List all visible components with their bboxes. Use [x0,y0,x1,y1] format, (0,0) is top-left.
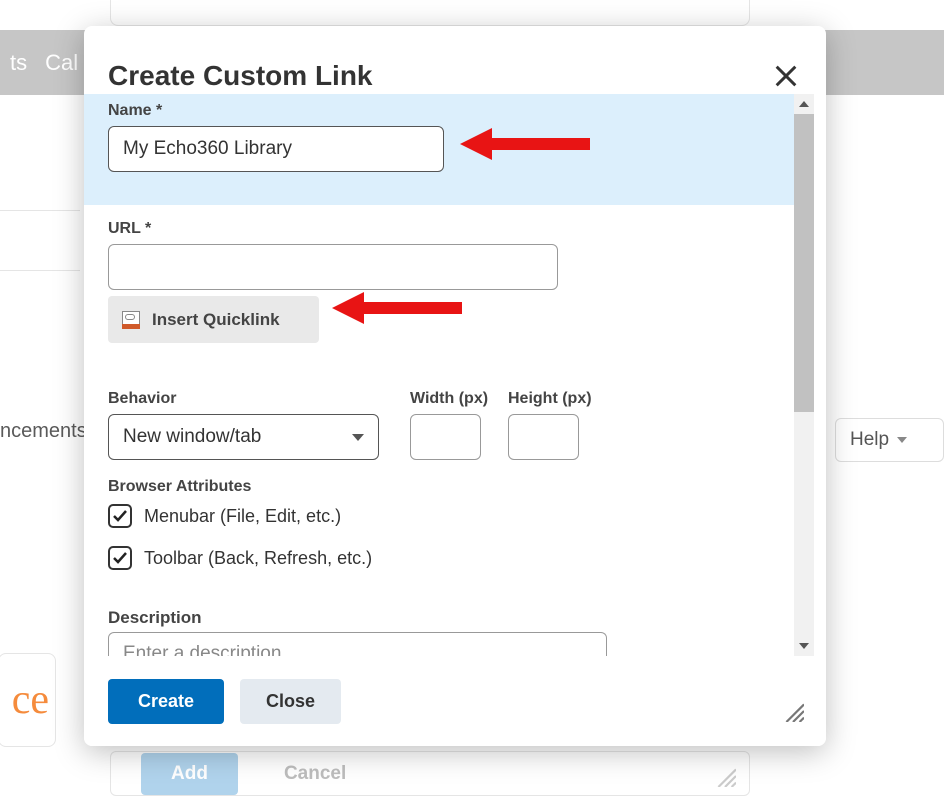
create-button[interactable]: Create [108,679,224,724]
annotation-arrow-icon [332,296,462,320]
url-input[interactable] [108,244,558,290]
quicklink-icon [122,311,140,329]
add-button[interactable]: Add [141,753,238,795]
close-icon[interactable] [772,62,800,90]
bg-ce-badge: ce [0,653,56,747]
menubar-label: Menubar (File, Edit, etc.) [144,506,341,527]
bg-action-bar: Add Cancel [110,751,750,796]
checkbox-checked-icon [108,504,132,528]
close-button[interactable]: Close [240,679,341,724]
behavior-select[interactable]: New window/tab [108,414,379,460]
toolbar-checkbox-row[interactable]: Toolbar (Back, Refresh, etc.) [108,546,372,570]
name-label: Name * [108,102,162,120]
bg-topbar-item[interactable]: Cal [45,50,78,76]
chevron-up-icon [799,101,809,107]
description-label: Description [108,608,202,628]
annotation-arrow-icon [460,132,590,156]
bg-topbar-item[interactable]: ts [10,50,27,76]
bg-divider [0,210,80,211]
menubar-checkbox-row[interactable]: Menubar (File, Edit, etc.) [108,504,341,528]
scroll-up-button[interactable] [794,94,814,114]
insert-quicklink-label: Insert Quicklink [152,310,280,330]
help-dropdown[interactable]: Help [835,418,944,462]
width-input[interactable] [410,414,481,460]
resize-grip-icon [714,765,736,787]
browser-attributes-label: Browser Attributes [108,478,251,496]
name-input[interactable] [108,126,444,172]
toolbar-label: Toolbar (Back, Refresh, etc.) [144,548,372,569]
scroll-down-button[interactable] [794,636,814,656]
dialog-footer: Create Close [84,656,826,746]
url-label: URL * [108,220,151,238]
height-label: Height (px) [508,390,592,408]
bg-divider [0,270,80,271]
dialog-title: Create Custom Link [108,60,373,92]
chevron-down-icon [799,643,809,649]
bg-truncated-text: ncements [0,420,87,443]
checkbox-checked-icon [108,546,132,570]
height-input[interactable] [508,414,579,460]
cancel-button[interactable]: Cancel [284,763,346,785]
insert-quicklink-button[interactable]: Insert Quicklink [108,296,319,343]
resize-grip-icon[interactable] [782,700,804,722]
behavior-label: Behavior [108,390,176,408]
bg-panel-top [110,0,750,26]
width-label: Width (px) [410,390,488,408]
create-custom-link-dialog: Create Custom Link Name * URL * Insert Q… [84,26,826,746]
scrollbar-thumb[interactable] [794,114,814,412]
